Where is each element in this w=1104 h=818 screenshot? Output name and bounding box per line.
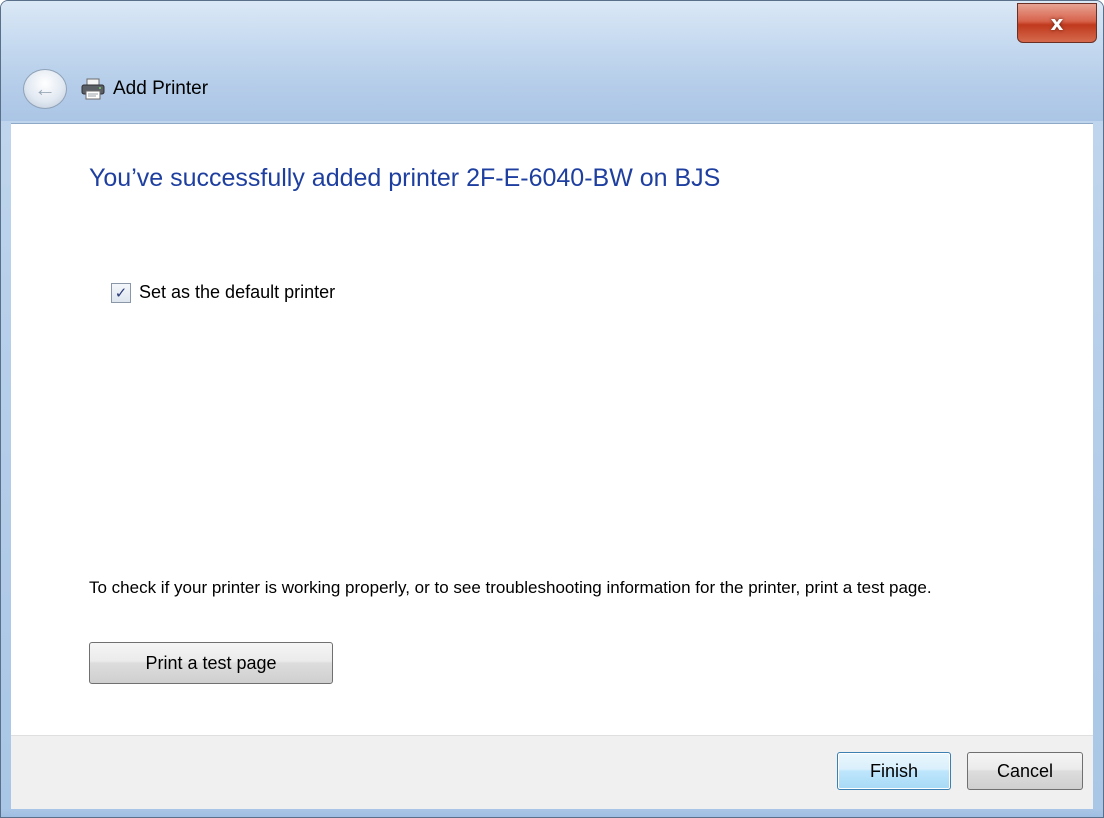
test-page-info-text: To check if your printer is working prop…: [89, 578, 932, 597]
cancel-button[interactable]: Cancel: [967, 752, 1083, 790]
checkmark-icon: ✓: [114, 284, 128, 302]
close-icon: x: [1050, 11, 1064, 35]
title-bar: x ← Add Printer: [1, 1, 1103, 121]
window-title: Add Printer: [113, 78, 209, 99]
default-printer-option[interactable]: ✓ Set as the default printer: [111, 282, 335, 303]
default-printer-checkbox[interactable]: ✓: [111, 282, 131, 303]
back-button[interactable]: ←: [23, 69, 67, 109]
finish-button[interactable]: Finish: [837, 752, 951, 790]
add-printer-window: x ← Add Printer You’ve successfully adde…: [0, 0, 1104, 818]
back-arrow-icon: ←: [34, 76, 56, 101]
window-bottom-frame: [1, 809, 1103, 817]
navigation-bar: ← Add Printer: [23, 69, 209, 109]
success-heading: You’ve successfully added printer 2F-E-6…: [89, 164, 721, 192]
printer-icon: [81, 78, 105, 100]
default-printer-label[interactable]: Set as the default printer: [139, 282, 335, 303]
print-test-page-button[interactable]: Print a test page: [89, 642, 333, 684]
wizard-content: You’ve successfully added printer 2F-E-6…: [11, 123, 1093, 735]
wizard-footer: Finish Cancel: [11, 735, 1093, 809]
close-button[interactable]: x: [1017, 3, 1097, 43]
